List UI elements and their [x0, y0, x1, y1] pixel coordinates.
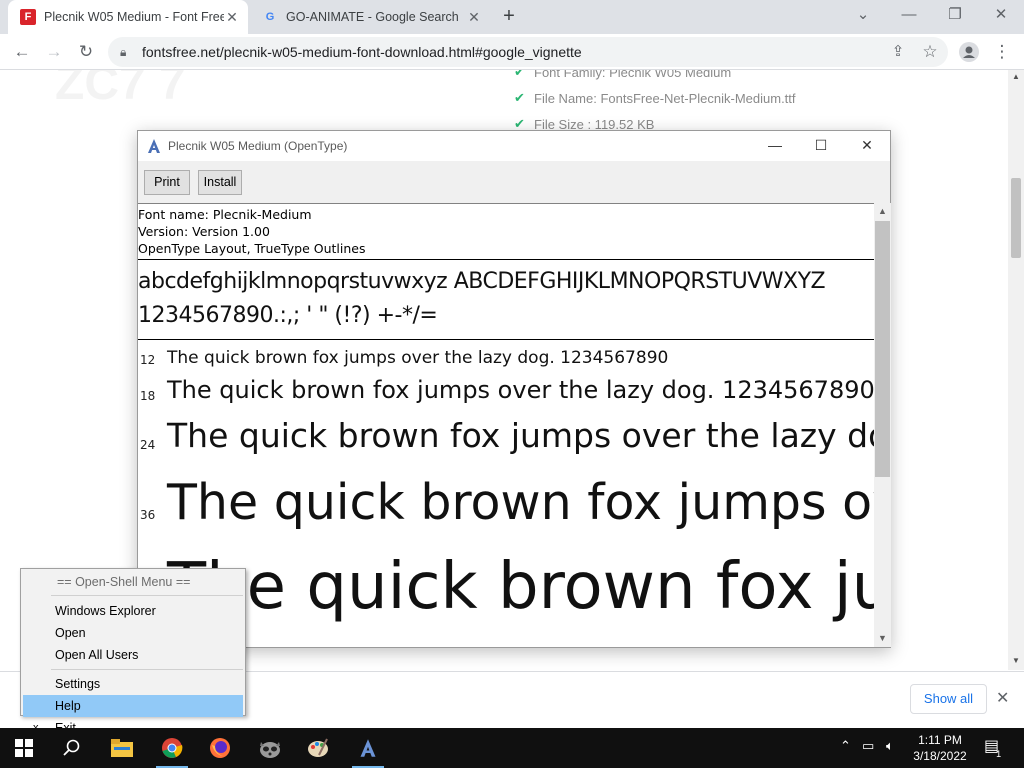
info-font-family: ✔ Font Family: Plecnik W05 Medium [514, 70, 731, 80]
charset-digits-symbols: 1234567890.:,; ' " (!?) +-*/= [138, 303, 438, 328]
notification-center-icon[interactable]: ▤1 [984, 736, 1004, 759]
volume-icon[interactable]: 🔈︎ [886, 738, 894, 754]
check-icon: ✔ [514, 90, 525, 105]
tab-search-chevron-icon[interactable]: ⌄ [840, 0, 886, 32]
close-download-bar-icon[interactable]: ✕ [996, 688, 1009, 708]
print-button[interactable]: Print [144, 170, 190, 195]
reload-icon[interactable]: ↻ [72, 38, 100, 66]
google-favicon-icon: G [265, 11, 275, 23]
chrome-icon[interactable] [148, 728, 196, 768]
divider [138, 339, 874, 340]
sample-text: The quick brown fox jumps over the lazy … [167, 550, 874, 624]
scroll-up-arrow-icon[interactable]: ▲ [1008, 72, 1024, 81]
show-all-button[interactable]: Show all [910, 684, 987, 714]
font-preview-scrollbar[interactable]: ▲ ▼ [874, 203, 891, 647]
sample-text: The quick brown fox jumps over the lazy … [167, 376, 874, 404]
menu-item-settings[interactable]: Settings [23, 673, 243, 695]
windows-start-icon[interactable] [0, 728, 48, 768]
clock-time: 1:11 PM [918, 733, 962, 747]
info-file-name: ✔ File Name: FontsFree-Net-Plecnik-Mediu… [514, 90, 796, 106]
sample-text: The quick brown fox jumps over the lazy … [167, 474, 874, 531]
sample-size-label: 12 [140, 353, 156, 367]
file-explorer-icon[interactable] [98, 728, 146, 768]
firefox-icon[interactable] [196, 728, 244, 768]
font-viewer-icon[interactable] [344, 728, 392, 768]
address-bar[interactable]: 🔒︎ fontsfree.net/plecnik-w05-medium-font… [108, 37, 948, 67]
check-icon: ✔ [514, 70, 525, 79]
search-icon[interactable] [48, 728, 96, 768]
fontsfree-favicon-icon: F [20, 9, 36, 25]
scroll-down-arrow-icon[interactable]: ▼ [874, 633, 891, 643]
background-heading-faded: ZC7 7 [55, 70, 186, 110]
menu-item-windows-explorer[interactable]: Windows Explorer [23, 600, 243, 622]
font-layout-label: OpenType Layout, TrueType Outlines [138, 241, 366, 256]
clock[interactable]: 1:11 PM 3/18/2022 [908, 732, 972, 764]
menu-header: == Open-Shell Menu == [57, 575, 191, 589]
menu-item-open-all-users[interactable]: Open All Users [23, 644, 243, 666]
maximize-icon[interactable]: ☐ [798, 131, 844, 161]
tab-go-animate[interactable]: G GO-ANIMATE - Google Search ✕ [250, 0, 490, 34]
profile-avatar-icon[interactable] [955, 38, 983, 66]
scroll-down-arrow-icon[interactable]: ▼ [1008, 656, 1024, 665]
font-viewer-titlebar[interactable]: Plecnik W05 Medium (OpenType) — ☐ ✕ [138, 131, 890, 161]
close-tab-icon[interactable]: ✕ [224, 9, 240, 26]
bookmark-star-icon[interactable]: ☆ [916, 38, 944, 66]
restore-icon[interactable]: ❐ [932, 0, 978, 32]
font-preview-scroll-thumb[interactable] [875, 221, 890, 477]
show-hidden-icons-chevron-icon[interactable]: ⌃ [840, 738, 851, 754]
menu-separator [51, 669, 243, 670]
font-preview-area: Font name: Plecnik-Medium Version: Versi… [138, 203, 874, 647]
notification-count: 1 [996, 749, 1002, 759]
menu-item-help[interactable]: Help [23, 695, 243, 717]
back-arrow-icon[interactable]: ← [8, 38, 36, 66]
browser-tab-strip: F Plecnik W05 Medium - Font Free ✕ G GO-… [0, 0, 1024, 34]
close-window-icon[interactable]: ✕ [844, 131, 890, 161]
network-icon[interactable]: ▭ [862, 738, 874, 754]
close-window-icon[interactable]: ✕ [978, 0, 1024, 32]
tab-title: GO-ANIMATE - Google Search [286, 10, 459, 24]
sample-size-label: 24 [140, 438, 156, 452]
font-viewer-window: Plecnik W05 Medium (OpenType) — ☐ ✕ Prin… [137, 130, 891, 648]
paint-icon[interactable] [294, 728, 342, 768]
menu-kebab-icon[interactable]: ⋮ [988, 38, 1016, 66]
sample-text: The quick brown fox jumps over the lazy … [167, 348, 669, 368]
font-name-label: Font name: Plecnik-Medium [138, 207, 312, 222]
forward-arrow-icon[interactable]: → [40, 38, 68, 66]
font-version-label: Version: Version 1.00 [138, 224, 270, 239]
sample-size-label: 36 [140, 508, 156, 522]
charset-letters: abcdefghijklmnopqrstuvwxyz ABCDEFGHIJKLM… [138, 269, 826, 294]
tab-title: Plecnik W05 Medium - Font Free [44, 10, 224, 24]
page-scroll-thumb[interactable] [1011, 178, 1021, 258]
sample-size-label: 18 [140, 389, 156, 403]
clock-date: 3/18/2022 [913, 749, 967, 763]
close-tab-icon[interactable]: ✕ [466, 9, 482, 26]
sample-text: The quick brown fox jumps over the lazy … [167, 416, 874, 455]
url-text: fontsfree.net/plecnik-w05-medium-font-do… [142, 44, 582, 60]
font-viewer-title: Plecnik W05 Medium (OpenType) [168, 139, 348, 153]
scroll-up-arrow-icon[interactable]: ▲ [874, 206, 891, 216]
browser-toolbar: ← → ↻ 🔒︎ fontsfree.net/plecnik-w05-mediu… [0, 34, 1024, 70]
page-scrollbar[interactable]: ▲ ▼ [1008, 70, 1024, 670]
minimize-icon[interactable]: — [752, 131, 798, 161]
share-icon[interactable]: ⇪ [884, 38, 912, 66]
new-tab-button[interactable]: + [498, 6, 520, 28]
lock-icon: 🔒︎ [120, 44, 127, 59]
menu-separator [51, 595, 243, 596]
font-viewer-icon [148, 139, 160, 153]
install-button[interactable]: Install [198, 170, 242, 195]
tab-plecnik[interactable]: F Plecnik W05 Medium - Font Free ✕ [8, 0, 248, 34]
divider [138, 259, 874, 260]
taskbar: ⌃ ▭ 🔈︎ 1:11 PM 3/18/2022 ▤1 [0, 728, 1024, 768]
menu-item-open[interactable]: Open [23, 622, 243, 644]
raccoon-app-icon[interactable] [246, 728, 294, 768]
minimize-icon[interactable]: — [886, 0, 932, 32]
open-shell-context-menu: == Open-Shell Menu == Windows Explorer O… [20, 568, 246, 735]
